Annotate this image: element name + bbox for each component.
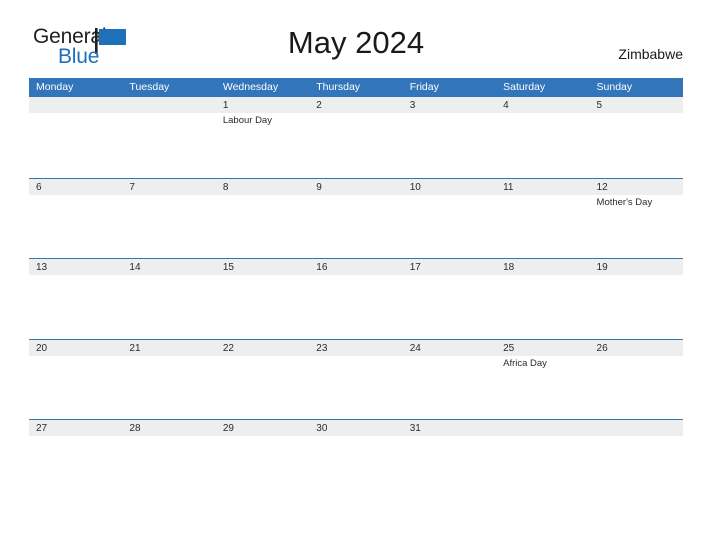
day-number: 12 <box>596 181 608 193</box>
day-number: 14 <box>129 262 141 273</box>
weekday-header-wednesday: Wednesday <box>222 81 279 93</box>
calendar-grid: Monday Tuesday Wednesday Thursday Friday… <box>29 78 683 500</box>
weekday-header-friday: Friday <box>409 81 439 93</box>
day-number: 9 <box>316 181 322 193</box>
day-cell[interactable] <box>29 97 122 178</box>
day-number: 20 <box>36 342 48 354</box>
weekday-header-sunday: Sunday <box>596 81 633 93</box>
day-number: 30 <box>316 423 328 434</box>
day-cell[interactable]: 4 <box>496 97 589 178</box>
page-header: General Blue May 2024 Zimbabwe <box>0 0 712 67</box>
day-cell[interactable]: 24 <box>403 340 496 420</box>
day-cell[interactable]: 5 <box>590 97 683 178</box>
week-row: 13 14 15 16 17 18 19 <box>29 258 683 339</box>
day-number: 24 <box>409 342 421 354</box>
week-row: 20 21 22 23 24 25 Africa Day 26 <box>29 338 683 420</box>
day-cell[interactable]: 26 <box>590 340 683 420</box>
day-cell[interactable]: 21 <box>122 340 215 420</box>
day-number: 10 <box>409 181 421 193</box>
day-cell[interactable]: 13 <box>29 259 122 339</box>
day-number: 2 <box>316 100 322 111</box>
day-number: 7 <box>129 181 135 193</box>
week-row: 6 7 8 9 10 11 12 Mother's Day <box>29 177 683 259</box>
day-cell[interactable]: 22 <box>216 340 309 420</box>
day-number: 1 <box>222 100 229 111</box>
day-cell[interactable]: 18 <box>496 259 589 339</box>
day-number: 3 <box>409 100 416 111</box>
day-cell[interactable] <box>590 420 683 500</box>
day-cell[interactable]: 7 <box>122 179 215 259</box>
day-number: 6 <box>36 181 42 193</box>
day-number: 19 <box>596 262 608 273</box>
weekday-header-row: Monday Tuesday Wednesday Thursday Friday… <box>29 78 683 97</box>
weekday-header-saturday: Saturday <box>503 81 546 93</box>
day-number: 23 <box>316 342 328 354</box>
day-number: 22 <box>222 342 234 354</box>
day-number: 4 <box>503 100 509 111</box>
day-number: 29 <box>222 423 234 434</box>
day-cell[interactable]: 31 <box>403 420 496 500</box>
day-number: 8 <box>222 181 229 193</box>
day-cell[interactable]: 8 <box>216 179 309 259</box>
day-cell[interactable]: 19 <box>590 259 683 339</box>
day-cell[interactable]: 17 <box>403 259 496 339</box>
day-cell[interactable]: 2 <box>309 97 402 178</box>
day-event: Mother's Day <box>596 196 653 208</box>
day-cell[interactable]: 28 <box>122 420 215 500</box>
day-cell[interactable]: 16 <box>309 259 402 339</box>
day-number: 26 <box>596 342 608 354</box>
day-cell[interactable]: 9 <box>309 179 402 259</box>
day-number: 18 <box>503 262 515 273</box>
day-cell[interactable]: 12 Mother's Day <box>590 179 683 259</box>
day-number: 13 <box>36 262 48 273</box>
page-title: May 2024 <box>287 25 425 60</box>
day-cell[interactable]: 30 <box>309 420 402 500</box>
day-cell[interactable]: 27 <box>29 420 122 500</box>
day-number: 21 <box>129 342 141 354</box>
weekday-header-monday: Monday <box>36 81 74 93</box>
weekday-header-thursday: Thursday <box>316 81 361 93</box>
week-row: 27 28 29 30 31 <box>29 419 683 500</box>
day-cell[interactable]: 25 Africa Day <box>496 340 589 420</box>
day-event: Labour Day <box>222 115 272 126</box>
day-cell[interactable]: 11 <box>496 179 589 259</box>
day-cell[interactable]: 15 <box>216 259 309 339</box>
day-event: Africa Day <box>503 357 547 369</box>
day-cell[interactable]: 14 <box>122 259 215 339</box>
day-number: 15 <box>222 262 234 273</box>
day-number: 16 <box>316 262 328 273</box>
day-cell[interactable]: 10 <box>403 179 496 259</box>
day-number: 11 <box>503 181 514 193</box>
day-number: 27 <box>36 423 48 434</box>
day-cell[interactable]: 6 <box>29 179 122 259</box>
day-cell[interactable] <box>496 420 589 500</box>
day-cell[interactable]: 3 <box>403 97 496 178</box>
day-cell[interactable]: 1 Labour Day <box>216 97 309 178</box>
day-number: 31 <box>409 423 421 434</box>
day-cell[interactable] <box>122 97 215 178</box>
day-number: 28 <box>129 423 141 434</box>
day-cell[interactable]: 23 <box>309 340 402 420</box>
day-number: 5 <box>596 100 603 111</box>
day-cell[interactable]: 20 <box>29 340 122 420</box>
week-row: 1 Labour Day 2 3 4 5 <box>29 97 683 178</box>
day-number: 17 <box>409 262 421 273</box>
day-number: 25 <box>503 342 515 354</box>
day-cell[interactable]: 29 <box>216 420 309 500</box>
weekday-header-tuesday: Tuesday <box>129 81 170 93</box>
region-label: Zimbabwe <box>618 46 683 62</box>
